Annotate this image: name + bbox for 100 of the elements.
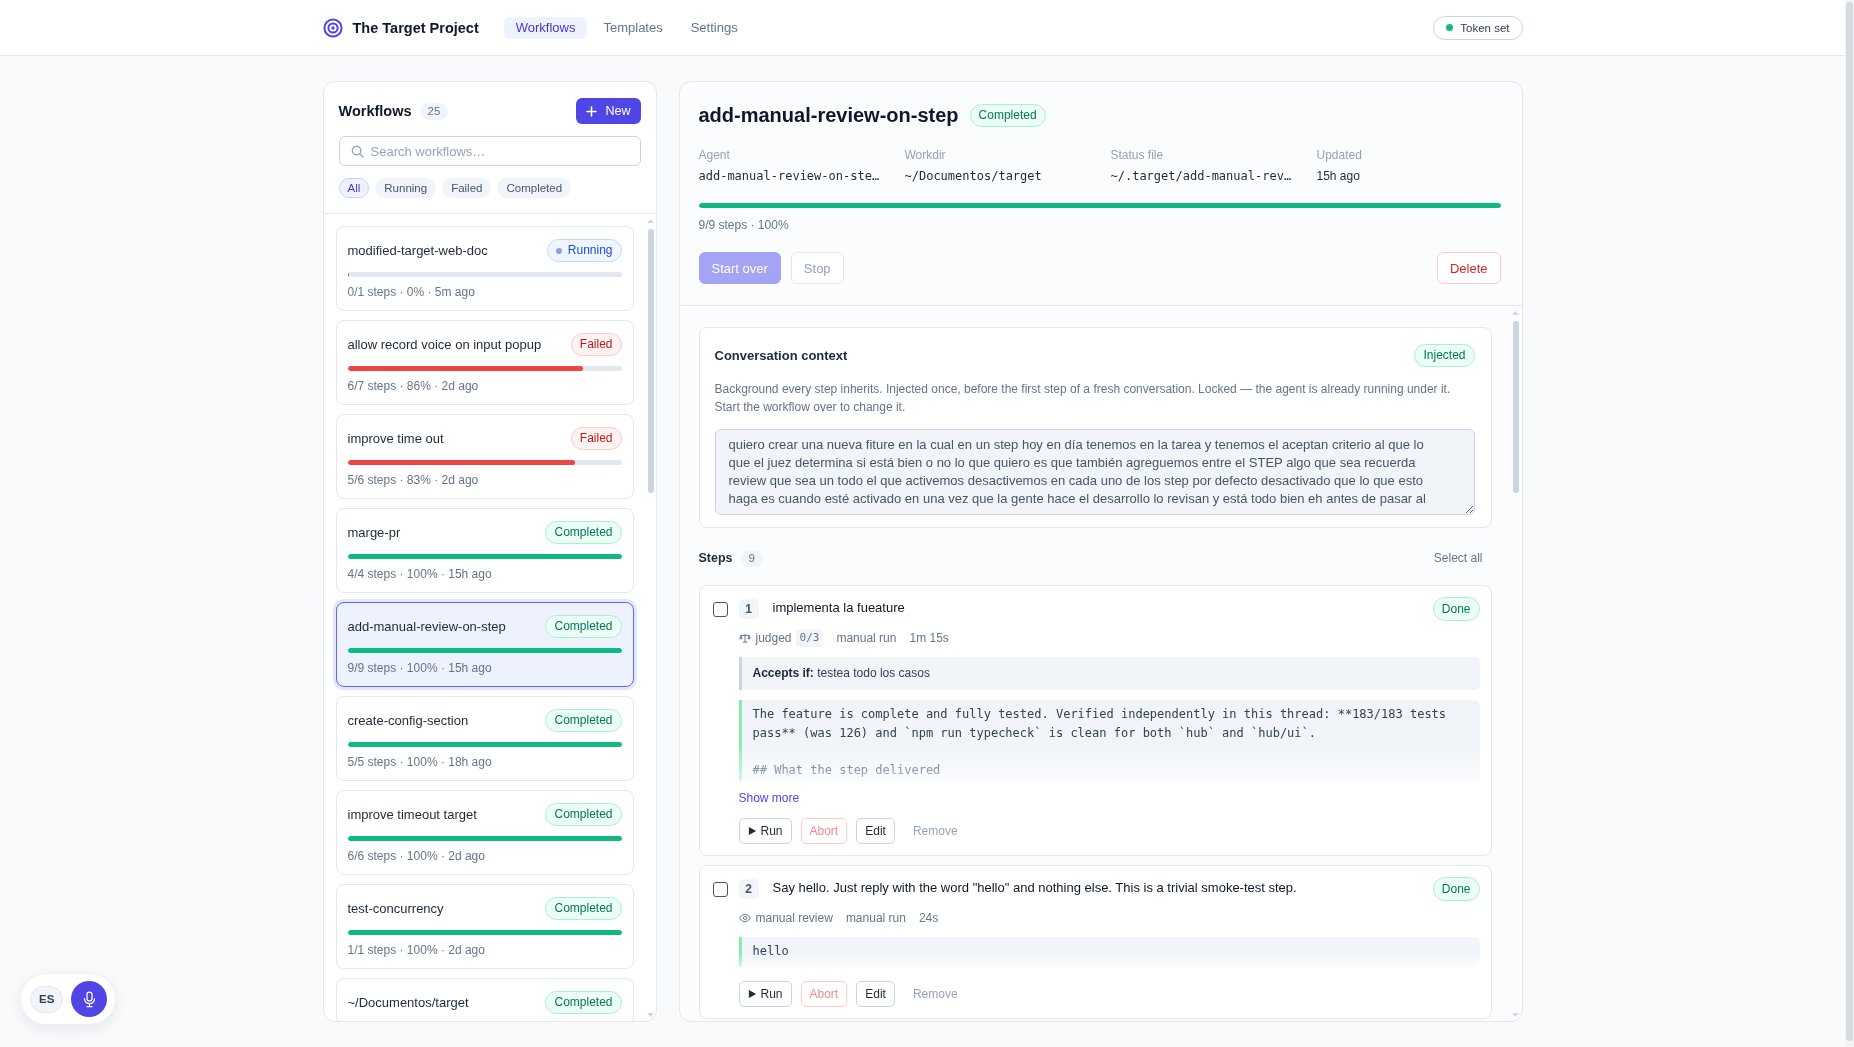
search-field[interactable]: Search workflows… bbox=[338, 136, 641, 166]
step-checkbox[interactable] bbox=[712, 601, 728, 617]
step-checkbox[interactable] bbox=[712, 881, 728, 897]
microphone-button[interactable] bbox=[71, 981, 108, 1017]
workflow-meta: 6/6 steps · 100% · 2d ago bbox=[347, 849, 486, 864]
count-badge: 25 bbox=[419, 102, 449, 120]
review-label: manual review bbox=[755, 911, 833, 925]
workflow-card[interactable]: add-manual-review-on-step Completed 9/9 steps · 100% · 15h ago bbox=[335, 602, 634, 687]
target-logo-icon bbox=[322, 17, 343, 38]
workflow-meta: 5/6 steps · 83% · 2d ago bbox=[347, 473, 480, 488]
caret-down-icon[interactable] bbox=[647, 1013, 654, 1017]
workflow-meta: 1/1 steps · 100% · 2d ago bbox=[347, 943, 486, 958]
status-badge: Completed bbox=[545, 991, 622, 1014]
workflow-meta: 5/5 steps · 100% · 18h ago bbox=[347, 755, 493, 770]
caret-up-icon[interactable] bbox=[1512, 311, 1519, 315]
play-icon bbox=[747, 989, 757, 999]
acceptance-criteria: Accepts if: testea todo los casos bbox=[738, 657, 1480, 690]
workflow-name: test-concurrency bbox=[347, 901, 444, 916]
description-text: Background every step inherits. Injected once, before the first step of a fresh conversation. Locked — the agent is already running under it. Start the workflow over to change it. bbox=[714, 381, 1452, 416]
workflow-card[interactable]: test-concurrency Completed 1/1 steps · 100% · 2d ago bbox=[335, 884, 634, 969]
status-badge: Done bbox=[1432, 597, 1480, 621]
duration-text: 24s bbox=[918, 911, 939, 925]
section-title: Steps bbox=[698, 551, 733, 565]
status-label: Running bbox=[567, 243, 613, 258]
nav-tab[interactable]: Settings bbox=[678, 16, 750, 39]
workflow-card[interactable]: improve time out Failed 5/6 steps · 83% · 2d ago bbox=[335, 414, 634, 499]
workflow-meta: 6/7 steps · 86% · 2d ago bbox=[347, 379, 480, 394]
workflow-meta: 9/9 steps · 100% · 15h ago bbox=[347, 661, 493, 676]
status-badge: Completed bbox=[545, 521, 622, 544]
eye-icon bbox=[738, 912, 751, 924]
status-badge: Completed bbox=[545, 615, 622, 638]
output-block: hello bbox=[738, 937, 1480, 967]
caret-down-icon[interactable] bbox=[1512, 1013, 1519, 1017]
workflow-card[interactable]: modified-target-web-doc Running 0/1 steps · 0% · 5m ago bbox=[335, 226, 634, 311]
field-label: Workdir bbox=[904, 148, 947, 162]
workflow-name: improve time out bbox=[347, 431, 444, 446]
app-title: The Target Project bbox=[352, 19, 479, 36]
status-dot-icon bbox=[555, 247, 562, 254]
step-title: Say hello. Just reply with the word "hello" and nothing else. This is a trivial smoke-test step. bbox=[772, 879, 1298, 896]
step-number: 1 bbox=[738, 599, 759, 619]
caret-up-icon[interactable] bbox=[647, 219, 654, 223]
status-badge: Injected bbox=[1414, 344, 1475, 367]
language-button[interactable]: ES bbox=[30, 985, 64, 1013]
status-badge: Done bbox=[1432, 877, 1480, 901]
field-value: ~/.target/add-manual-rev… bbox=[1110, 168, 1293, 184]
filter-chip[interactable]: All bbox=[338, 178, 370, 198]
filter-chip[interactable]: Completed bbox=[497, 178, 572, 198]
workflow-name: improve timeout target bbox=[347, 807, 477, 822]
workflow-name: allow record voice on input popup bbox=[347, 337, 542, 352]
nav-tab[interactable]: Templates bbox=[591, 16, 675, 39]
microphone-icon bbox=[81, 990, 97, 1008]
show-more-link[interactable]: Show more bbox=[738, 791, 800, 806]
workflow-meta: 0/1 steps · 0% · 5m ago bbox=[347, 285, 476, 300]
token-status-button[interactable]: Token set bbox=[1433, 15, 1523, 40]
workflow-card[interactable]: allow record voice on input popup Failed 6/7 steps · 86% · 2d ago bbox=[335, 320, 634, 405]
review-label: judged bbox=[755, 631, 792, 645]
workflow-card[interactable]: ~/Documentos/target Completed bbox=[335, 978, 634, 1021]
status-badge: Failed bbox=[570, 333, 622, 356]
panel-title: Workflows bbox=[338, 103, 412, 119]
step-title: implementa la fueature bbox=[772, 599, 906, 616]
workflow-title: add-manual-review-on-step bbox=[698, 103, 959, 127]
progress-text: 9/9 steps · 100% bbox=[698, 218, 790, 232]
filter-chip[interactable]: Running bbox=[375, 178, 437, 198]
workflow-name: create-config-section bbox=[347, 713, 469, 728]
scale-icon bbox=[738, 632, 751, 644]
status-badge: Completed bbox=[545, 803, 622, 826]
workflow-card[interactable]: marge-pr Completed 4/4 steps · 100% · 15h ago bbox=[335, 508, 634, 593]
run-mode-text: manual run bbox=[836, 631, 897, 645]
count-badge: 9 bbox=[740, 549, 763, 567]
plus-icon bbox=[586, 105, 598, 117]
delete-button[interactable]: Delete bbox=[1436, 252, 1501, 284]
select-all-button[interactable]: Select all bbox=[1433, 551, 1483, 565]
section-title: Conversation context bbox=[714, 348, 848, 363]
new-workflow-button[interactable]: New bbox=[576, 98, 641, 124]
workflow-card[interactable]: improve timeout target Completed 6/6 steps · 100% · 2d ago bbox=[335, 790, 634, 875]
duration-text: 1m 15s bbox=[909, 631, 949, 645]
status-badge: Completed bbox=[545, 709, 622, 732]
workflow-card[interactable]: create-config-section Completed 5/5 steps · 100% · 18h ago bbox=[335, 696, 634, 781]
field-value: add-manual-review-on-ste… bbox=[698, 168, 881, 184]
filter-chip[interactable]: Failed bbox=[442, 178, 492, 198]
play-icon bbox=[747, 826, 757, 836]
workflow-name: ~/Documentos/target bbox=[347, 995, 469, 1010]
run-button[interactable]: Run bbox=[738, 818, 792, 844]
field-value: 15h ago bbox=[1316, 168, 1361, 184]
status-badge: Failed bbox=[570, 427, 622, 450]
workflow-name: marge-pr bbox=[347, 525, 401, 540]
nav-tab[interactable]: Workflows bbox=[503, 16, 588, 39]
field-label: Status file bbox=[1110, 148, 1165, 162]
edit-button[interactable]: Edit bbox=[856, 981, 895, 1007]
search-icon bbox=[350, 144, 364, 158]
run-mode-text: manual run bbox=[845, 911, 906, 925]
status-badge: Completed bbox=[545, 897, 622, 920]
output-block: The feature is complete and fully tested. Verified independently in this thread: **183/183 tests pass** (was 126) and `npm run typecheck` is clean for both `hub` and `hub/ui`. ## What the step delivered bbox=[738, 700, 1480, 781]
field-label: Agent bbox=[698, 148, 731, 162]
field-value: ~/Documentos/target bbox=[904, 168, 1043, 184]
step-number: 2 bbox=[738, 879, 759, 899]
run-button[interactable]: Run bbox=[738, 981, 792, 1007]
scrollbar[interactable] bbox=[1845, 0, 1854, 1047]
edit-button[interactable]: Edit bbox=[856, 818, 895, 844]
field-label: Updated bbox=[1316, 148, 1363, 162]
